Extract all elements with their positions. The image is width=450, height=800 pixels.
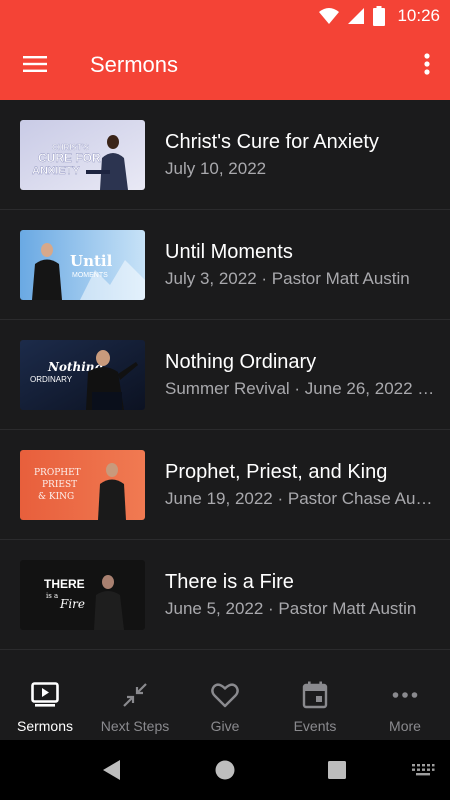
sermon-subtitle: June 19, 2022 · Pastor Chase Austin [165,489,435,508]
nav-label: Give [210,718,240,734]
sermon-title: Prophet, Priest, and King [165,461,388,483]
nav-events[interactable]: Events [270,668,360,740]
sermon-item[interactable]: Nothing ORDINARY Nothing Ordinary Summer… [0,320,450,430]
svg-text:PRIEST: PRIEST [42,480,77,490]
menu-button[interactable] [14,43,56,85]
nav-label: Next Steps [100,718,170,734]
overflow-menu-button[interactable] [412,43,442,85]
hamburger-icon [23,56,47,72]
sermon-item[interactable]: PROPHET PRIEST & KING Prophet, Priest, a… [0,430,450,540]
tv-play-icon [30,680,60,710]
sermon-item[interactable]: CHRIST'S CURE FOR ANXIETY Christ's Cure … [0,100,450,210]
sermon-thumbnail: Until MOMENTS [20,230,145,300]
more-dots-icon [390,680,420,710]
status-icons: 10:26 [319,5,440,27]
svg-text:is a: is a [46,592,58,600]
sermon-title: Nothing Ordinary [165,351,317,373]
svg-text:ORDINARY: ORDINARY [30,375,73,384]
svg-text:THERE: THERE [44,577,85,591]
keyboard-button[interactable] [408,756,438,784]
sermon-item[interactable]: THERE is a Fire There is a Fire June 5, … [0,540,450,650]
sermon-thumbnail: Nothing ORDINARY [20,340,145,410]
nav-give[interactable]: Give [180,668,270,740]
sermon-thumbnail: PROPHET PRIEST & KING [20,450,145,520]
bottom-navigation: Sermons Next Steps Give Events More [0,668,450,740]
status-bar: 10:26 [0,0,450,32]
home-button[interactable] [211,756,239,784]
sermon-title: Christ's Cure for Anxiety [165,131,379,153]
sermon-item[interactable]: Until MOMENTS Until Moments July 3, 2022… [0,210,450,320]
home-circle-icon [215,760,235,780]
back-triangle-icon [103,760,120,780]
cell-signal-icon [348,8,365,24]
svg-text:MOMENTS: MOMENTS [72,272,108,279]
nav-sermons[interactable]: Sermons [0,668,90,740]
vertical-dots-icon [424,53,430,75]
sermon-title: Until Moments [165,241,293,263]
sermon-subtitle: June 5, 2022 · Pastor Matt Austin [165,599,417,618]
heart-icon [210,680,240,710]
svg-text:Until: Until [70,252,113,270]
keyboard-icon [412,764,435,776]
app-bar: Sermons [0,32,450,100]
battery-icon [373,6,386,26]
calendar-icon [300,680,330,710]
sermon-thumbnail: CHRIST'S CURE FOR ANXIETY [20,120,145,190]
sermon-title: There is a Fire [165,571,294,593]
sermon-subtitle: Summer Revival · June 26, 2022 · Pastor … [165,379,435,398]
nav-label: Events [293,718,337,734]
nav-label: Sermons [16,718,74,734]
svg-text:CURE FOR: CURE FOR [38,151,101,165]
status-time: 10:26 [397,6,440,25]
nav-label: More [389,718,421,734]
system-navigation-bar [0,740,450,800]
sermon-thumbnail: THERE is a Fire [20,560,145,630]
recents-button[interactable] [323,756,351,784]
svg-text:Fire: Fire [59,597,85,611]
arrows-in-icon [120,680,150,710]
back-button[interactable] [98,756,126,784]
nav-next-steps[interactable]: Next Steps [90,668,180,740]
wifi-icon [319,8,340,24]
sermon-list: CHRIST'S CURE FOR ANXIETY Christ's Cure … [0,100,450,668]
sermon-subtitle: July 3, 2022 · Pastor Matt Austin [165,269,410,288]
sermon-subtitle: July 10, 2022 [165,159,267,178]
svg-text:ANXIETY: ANXIETY [32,165,80,177]
svg-text:PROPHET: PROPHET [34,468,81,478]
svg-text:& KING: & KING [38,492,74,502]
recents-square-icon [328,761,346,779]
nav-more[interactable]: More [360,668,450,740]
page-title: Sermons [90,52,179,77]
